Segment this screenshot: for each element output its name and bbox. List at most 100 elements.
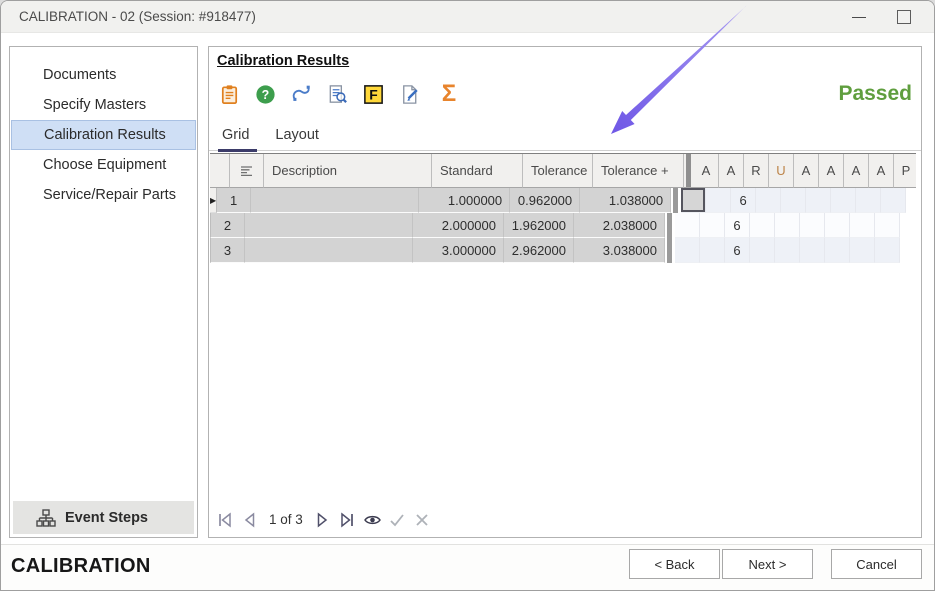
event-steps-button[interactable]: Event Steps [13,501,194,534]
clipboard-icon[interactable] [217,82,242,107]
sidebar-item-documents[interactable]: Documents [11,60,196,90]
accept-changes-button[interactable] [388,510,407,529]
sigma-icon[interactable]: Σ [433,82,458,107]
grid-cell[interactable] [831,188,856,213]
column-header-tolerance-plus[interactable]: Tolerance + [593,154,684,188]
grid-cell[interactable] [700,213,725,238]
column-header-tolerance-minus[interactable]: Tolerance [523,154,593,188]
sidebar-item-calibration-results[interactable]: Calibration Results [11,120,196,150]
grid-cell[interactable] [756,188,781,213]
description-cell[interactable] [245,213,413,238]
cancel-button[interactable]: Cancel [831,549,922,579]
minimize-button[interactable] [847,11,871,25]
tolerance-minus-cell[interactable]: 1.962000 [504,213,574,238]
column-header-p[interactable]: P [894,154,916,188]
row-number-cell[interactable]: 1 [217,188,251,213]
back-button[interactable]: < Back [629,549,720,579]
standard-cell[interactable]: 3.000000 [413,238,504,263]
frozen-column-divider [665,238,675,263]
row-number-header[interactable] [230,154,264,188]
steps-sidebar: Documents Specify Masters Calibration Re… [9,46,198,538]
sidebar-item-label: Calibration Results [44,127,166,143]
tolerance-minus-cell[interactable]: 0.962000 [510,188,580,213]
column-header-description[interactable]: Description [264,154,432,188]
function-f-icon[interactable]: F [361,82,386,107]
grid-cell[interactable] [775,213,800,238]
sidebar-item-choose-equipment[interactable]: Choose Equipment [11,150,196,180]
grid-cell[interactable] [700,238,725,263]
sidebar-item-label: Specify Masters [43,97,146,113]
view-record-button[interactable] [363,510,382,529]
current-row-indicator: ▶ [210,188,217,213]
column-header-r[interactable]: R [744,154,769,188]
grid-cell[interactable] [875,238,900,263]
selected-cell[interactable] [681,188,706,213]
table-row: ▶ 1 1.000000 0.962000 1.038000 6 [210,188,916,213]
frozen-column-divider [665,213,675,238]
grid-cell[interactable] [750,213,775,238]
cancel-changes-button[interactable] [413,510,432,529]
sidebar-item-service-repair-parts[interactable]: Service/Repair Parts [11,180,196,210]
grid-cell[interactable] [881,188,906,213]
row-number-cell[interactable]: 2 [211,213,245,238]
grid-cell[interactable] [675,238,700,263]
x-icon [413,511,431,529]
grid-cell[interactable] [806,188,831,213]
table-row: 3 3.000000 2.962000 3.038000 6 [210,238,916,263]
panel-splitter-grip[interactable] [200,284,206,306]
panel-splitter-grip[interactable] [913,315,919,337]
preview-document-icon[interactable] [325,82,350,107]
tab-layout[interactable]: Layout [271,120,329,150]
grid-cell[interactable] [856,188,881,213]
results-grid: Description Standard Tolerance Tolerance… [210,153,916,265]
next-button[interactable]: Next > [722,549,813,579]
grid-cell[interactable] [675,213,700,238]
status-passed: Passed [838,82,912,106]
grid-cell[interactable] [825,213,850,238]
column-header-a6[interactable]: A [869,154,894,188]
help-icon[interactable]: ? [253,82,278,107]
column-header-standard[interactable]: Standard [432,154,523,188]
grid-cell[interactable] [800,213,825,238]
tolerance-plus-cell[interactable]: 1.038000 [580,188,671,213]
previous-record-button[interactable] [240,510,259,529]
description-cell[interactable] [251,188,419,213]
grid-cell[interactable] [825,238,850,263]
grid-cell[interactable] [850,213,875,238]
column-header-a3[interactable]: A [794,154,819,188]
grid-cell[interactable] [775,238,800,263]
route-icon[interactable] [289,82,314,107]
first-record-button[interactable] [215,510,234,529]
standard-cell[interactable]: 2.000000 [413,213,504,238]
sidebar-item-specify-masters[interactable]: Specify Masters [11,90,196,120]
grid-cell[interactable] [875,213,900,238]
toolbar: ? [217,80,458,108]
grid-cell[interactable] [781,188,806,213]
edit-document-icon[interactable] [397,82,422,107]
tab-grid[interactable]: Grid [218,120,259,150]
panel-heading: Calibration Results [217,53,349,69]
tolerance-plus-cell[interactable]: 2.038000 [574,213,665,238]
table-row: 2 2.000000 1.962000 2.038000 6 [210,213,916,238]
column-header-a4[interactable]: A [819,154,844,188]
tolerance-plus-cell[interactable]: 3.038000 [574,238,665,263]
standard-cell[interactable]: 1.000000 [419,188,510,213]
tolerance-minus-cell[interactable]: 2.962000 [504,238,574,263]
column-header-u[interactable]: U [769,154,794,188]
grid-cell[interactable] [850,238,875,263]
sitemap-icon [36,509,56,527]
grid-cell[interactable] [706,188,731,213]
last-record-button[interactable] [338,510,357,529]
r-value-cell[interactable]: 6 [725,238,750,263]
column-header-a2[interactable]: A [719,154,744,188]
grid-cell[interactable] [750,238,775,263]
row-number-cell[interactable]: 3 [211,238,245,263]
r-value-cell[interactable]: 6 [725,213,750,238]
r-value-cell[interactable]: 6 [731,188,756,213]
maximize-button[interactable] [897,10,911,24]
column-header-a5[interactable]: A [844,154,869,188]
column-header-a1[interactable]: A [694,154,719,188]
description-cell[interactable] [245,238,413,263]
next-record-button[interactable] [313,510,332,529]
grid-cell[interactable] [800,238,825,263]
